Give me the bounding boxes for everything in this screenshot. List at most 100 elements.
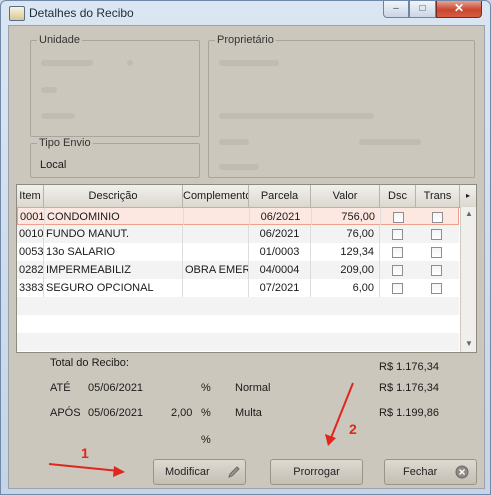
close-circle-icon (455, 465, 469, 479)
apos-label: APÓS (50, 407, 81, 419)
empty-row (17, 315, 459, 333)
cell-item: 0001 (18, 208, 45, 226)
cell-parcela: 04/0004 (249, 261, 311, 279)
cell-item: 3383 (17, 279, 44, 297)
redacted-text (127, 60, 133, 66)
header-valor[interactable]: Valor (311, 185, 380, 207)
dsc-checkbox[interactable] (392, 283, 403, 294)
trans-checkbox[interactable] (431, 265, 442, 276)
modificar-button-label: Modificar (165, 466, 210, 478)
modificar-button[interactable]: Modificar (153, 459, 246, 485)
cell-valor: 129,34 (311, 243, 380, 261)
header-trans[interactable]: Trans (416, 185, 460, 207)
header-parcela[interactable]: Parcela (249, 185, 311, 207)
cell-descricao: 13o SALARIO (44, 243, 183, 261)
ate-value: R$ 1.176,34 (379, 382, 439, 394)
trans-checkbox[interactable] (431, 229, 442, 240)
cell-complemento (183, 225, 249, 243)
title-bar[interactable]: Detalhes do Recibo – □ ✕ (1, 1, 490, 25)
trans-checkbox[interactable] (432, 212, 443, 223)
redacted-text (359, 139, 421, 145)
apos-percent: % (201, 407, 211, 419)
cell-valor: 6,00 (311, 279, 380, 297)
apos-date: 05/06/2021 (88, 407, 144, 419)
apos-type: Multa (235, 407, 262, 419)
dsc-checkbox[interactable] (392, 229, 403, 240)
redacted-text (41, 60, 93, 66)
table-row[interactable]: 0010 FUNDO MANUT. 06/2021 76,00 (17, 225, 459, 243)
redacted-text (219, 139, 249, 145)
minimize-button[interactable]: – (383, 1, 409, 18)
annotation-1: 1 (81, 445, 89, 461)
annotation-2: 2 (349, 421, 357, 437)
header-complemento[interactable]: Complemento (183, 185, 249, 207)
ate-percent: % (201, 382, 211, 394)
table-row[interactable]: 0001 CONDOMINIO 06/2021 756,00 (17, 207, 459, 226)
ate-type: Normal (235, 382, 271, 394)
cell-complemento (183, 279, 249, 297)
total-label: Total do Recibo: (50, 357, 129, 369)
trans-checkbox[interactable] (431, 283, 442, 294)
total-value: R$ 1.176,34 (379, 361, 439, 373)
cell-parcela: 07/2021 (249, 279, 311, 297)
cell-valor: 209,00 (311, 261, 380, 279)
table-header: Item Descrição Complemento Parcela Valor… (17, 185, 476, 208)
apos-rate: 2,00 (171, 407, 193, 419)
cell-valor: 756,00 (312, 208, 381, 226)
empty-row (17, 333, 459, 351)
redacted-text (41, 113, 75, 119)
app-icon (9, 6, 25, 21)
cell-descricao: SEGURO OPCIONAL (44, 279, 183, 297)
cell-complemento (183, 243, 249, 261)
cell-descricao: IMPERMEABILIZ (44, 261, 183, 279)
pencil-icon (228, 466, 240, 478)
window-title: Detalhes do Recibo (29, 6, 134, 20)
cell-valor: 76,00 (311, 225, 380, 243)
tipo-envio-group-title: Tipo Envio (37, 137, 93, 149)
table-row[interactable]: 0282 IMPERMEABILIZ OBRA EMERG 04/0004 20… (17, 261, 459, 279)
table-row[interactable]: 0053 13o SALARIO 01/0003 129,34 (17, 243, 459, 261)
cell-descricao: CONDOMINIO (45, 208, 184, 226)
cell-item: 0053 (17, 243, 44, 261)
empty-row (17, 297, 459, 315)
redacted-text (219, 60, 279, 66)
tipo-envio-value: Local (40, 159, 67, 171)
redacted-text (219, 164, 259, 170)
cell-item: 0282 (17, 261, 44, 279)
unidade-group-title: Unidade (37, 34, 82, 46)
redacted-text (41, 87, 57, 93)
apos-value: R$ 1.199,86 (379, 407, 439, 419)
trans-checkbox[interactable] (431, 247, 442, 258)
unidade-group: Unidade (30, 34, 200, 137)
cell-complemento (184, 208, 250, 226)
maximize-button[interactable]: □ (409, 1, 436, 18)
proprietario-group: Proprietário (208, 34, 475, 178)
cell-item: 0010 (17, 225, 44, 243)
table-row[interactable]: 3383 SEGURO OPCIONAL 07/2021 6,00 (17, 279, 459, 297)
items-table[interactable]: Item Descrição Complemento Parcela Valor… (16, 184, 477, 353)
vertical-scrollbar[interactable]: ▲ ▼ (460, 207, 476, 352)
receipt-details-window: Detalhes do Recibo – □ ✕ Unidade Proprie… (0, 0, 491, 495)
scroll-down-icon[interactable]: ▼ (461, 337, 476, 350)
ate-label: ATÉ (50, 382, 71, 394)
prorrogar-button[interactable]: Prorrogar (270, 459, 363, 485)
dsc-checkbox[interactable] (392, 247, 403, 258)
close-window-button[interactable]: ✕ (436, 1, 482, 18)
header-item[interactable]: Item (17, 185, 44, 207)
scroll-right-icon[interactable]: ▸ (460, 185, 476, 207)
redacted-text (219, 113, 374, 119)
ate-date: 05/06/2021 (88, 382, 144, 394)
scroll-up-icon[interactable]: ▲ (461, 207, 476, 220)
proprietario-group-title: Proprietário (215, 34, 276, 46)
header-descricao[interactable]: Descrição (44, 185, 183, 207)
fechar-button-label: Fechar (403, 466, 438, 478)
dsc-checkbox[interactable] (393, 212, 404, 223)
cell-parcela: 06/2021 (249, 225, 311, 243)
dsc-checkbox[interactable] (392, 265, 403, 276)
header-dsc[interactable]: Dsc (380, 185, 416, 207)
cell-parcela: 06/2021 (250, 208, 312, 226)
cell-complemento: OBRA EMERG (183, 261, 249, 279)
cell-parcela: 01/0003 (249, 243, 311, 261)
extra-percent: % (201, 434, 211, 446)
fechar-button[interactable]: Fechar (384, 459, 477, 485)
